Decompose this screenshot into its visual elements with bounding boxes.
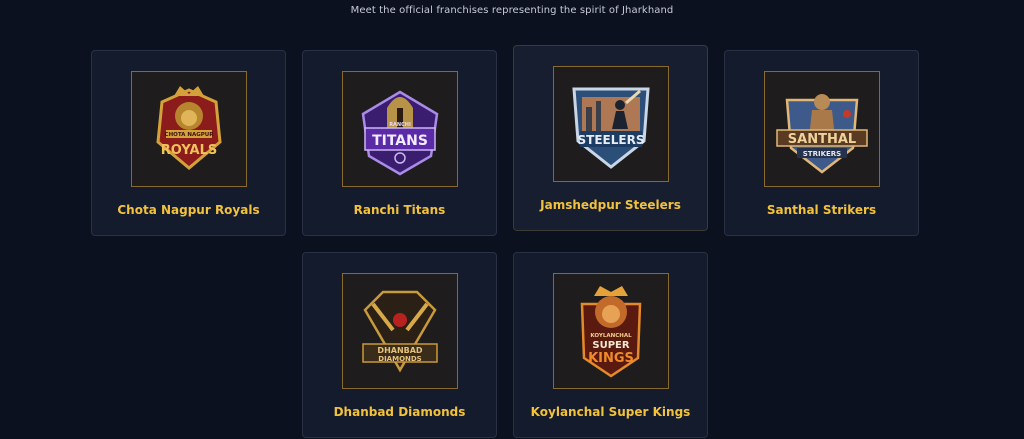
- lion-king-icon: KOYLANCHAL SUPER KINGS: [554, 274, 668, 388]
- svg-text:TITANS: TITANS: [372, 133, 428, 149]
- team-name: Dhanbad Diamonds: [333, 405, 466, 419]
- team-name: Jamshedpur Steelers: [540, 198, 681, 212]
- team-logo: CHOTA NAGPUR ROYALS: [131, 71, 247, 187]
- svg-text:STEELERS: STEELERS: [578, 133, 645, 147]
- svg-text:DIAMONDS: DIAMONDS: [378, 355, 421, 363]
- page-subtitle: Meet the official franchises representin…: [350, 5, 674, 16]
- team-card-dhanbad-diamonds[interactable]: DHANBAD DIAMONDS Dhanbad Diamonds: [302, 252, 497, 438]
- diamond-bats-icon: DHANBAD DIAMONDS: [343, 274, 457, 388]
- team-name: Chota Nagpur Royals: [117, 203, 260, 217]
- warrior-crest-icon: SANTHAL STRIKERS: [765, 72, 879, 186]
- team-logo: STEELERS: [553, 66, 669, 182]
- spartan-helmet-icon: RANCHI TITANS: [343, 72, 457, 186]
- team-name: Koylanchal Super Kings: [530, 405, 691, 419]
- team-logo: RANCHI TITANS: [342, 71, 458, 187]
- team-card-ranchi-titans[interactable]: RANCHI TITANS Ranchi Titans: [302, 50, 497, 236]
- svg-text:RANCHI: RANCHI: [389, 122, 411, 128]
- svg-text:SANTHAL: SANTHAL: [788, 132, 856, 147]
- svg-text:DHANBAD: DHANBAD: [377, 346, 423, 355]
- team-name: Santhal Strikers: [766, 203, 877, 217]
- svg-text:STRIKERS: STRIKERS: [803, 150, 841, 158]
- svg-text:KINGS: KINGS: [588, 351, 634, 366]
- lion-crest-icon: CHOTA NAGPUR ROYALS: [132, 72, 246, 186]
- team-card-santhal-strikers[interactable]: SANTHAL STRIKERS Santhal Strikers: [724, 50, 919, 236]
- team-logo: SANTHAL STRIKERS: [764, 71, 880, 187]
- team-card-jamshedpur-steelers[interactable]: STEELERS Jamshedpur Steelers: [513, 45, 708, 231]
- team-card-koylanchal-super-kings[interactable]: KOYLANCHAL SUPER KINGS Koylanchal Super …: [513, 252, 708, 438]
- svg-text:CHOTA NAGPUR: CHOTA NAGPUR: [165, 132, 215, 138]
- team-logo: DHANBAD DIAMONDS: [342, 273, 458, 389]
- team-name: Ranchi Titans: [353, 203, 446, 217]
- batsman-shield-icon: STEELERS: [554, 67, 668, 181]
- team-card-chota-nagpur-royals[interactable]: CHOTA NAGPUR ROYALS Chota Nagpur Royals: [91, 50, 286, 236]
- svg-text:ROYALS: ROYALS: [161, 143, 217, 158]
- svg-text:KOYLANCHAL: KOYLANCHAL: [590, 333, 632, 339]
- svg-text:SUPER: SUPER: [592, 340, 629, 351]
- team-logo: KOYLANCHAL SUPER KINGS: [553, 273, 669, 389]
